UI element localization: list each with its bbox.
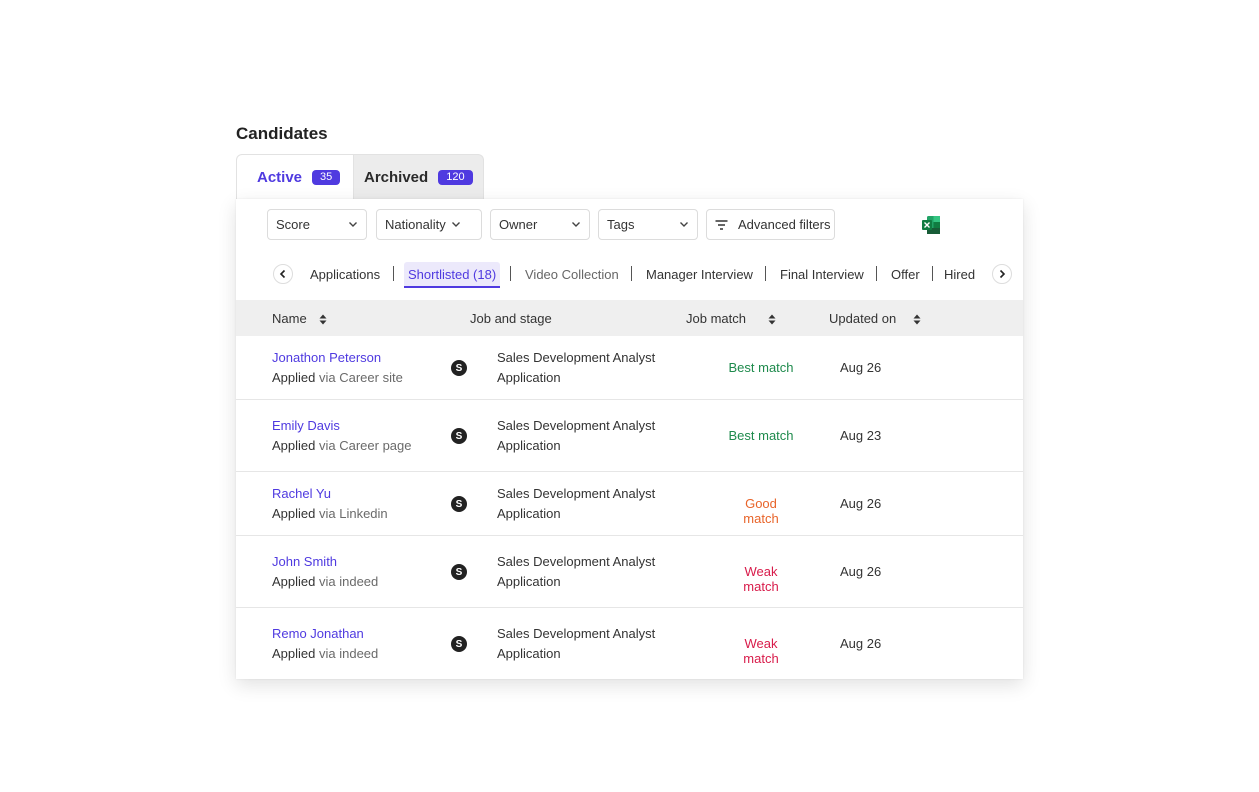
candidate-name[interactable]: John Smith [272,554,337,569]
stage-divider [765,266,766,281]
job-stage: Application [497,370,561,385]
stage-hired[interactable]: Hired [944,267,975,282]
updated-date: Aug 23 [840,428,882,443]
table-row[interactable]: John Smith Applied via indeed S Sales De… [236,536,1023,608]
advanced-filters-label: Advanced filters [738,217,831,232]
job-title: Sales Development Analyst [497,554,656,569]
stage-manager-interview[interactable]: Manager Interview [646,267,753,282]
match-label: Weak match [743,636,779,666]
stage-final-interview[interactable]: Final Interview [780,267,864,282]
updated-date: Aug 26 [840,636,882,651]
company-logo-icon: S [451,496,467,512]
updated-date: Aug 26 [840,496,882,511]
candidate-name[interactable]: Remo Jonathan [272,626,364,641]
stage-shortlisted[interactable]: Shortlisted (18) [404,262,501,288]
score-filter-label: Score [276,217,310,232]
tab-archived[interactable]: Archived 120 [354,154,484,200]
score-filter[interactable]: Score [267,209,367,240]
stage-divider [932,266,933,281]
table-row[interactable]: Emily Davis Applied via Career page S Sa… [236,400,1023,472]
company-logo-icon: S [451,360,467,376]
sort-icon[interactable] [768,314,776,325]
chevron-down-icon [572,222,580,227]
tab-archived-count: 120 [438,170,473,185]
job-title: Sales Development Analyst [497,486,656,501]
updated-date: Aug 26 [840,360,882,375]
job-title: Sales Development Analyst [497,418,656,433]
job-stage: Application [497,574,561,589]
job-stage: Application [497,438,561,453]
stage-divider [631,266,632,281]
job-stage: Application [497,646,561,661]
owner-filter-label: Owner [499,217,538,232]
applied-source: Applied via indeed [272,574,379,589]
stage-prev-button[interactable] [273,264,293,284]
match-label: Best match [728,360,794,375]
updated-date: Aug 26 [840,564,882,579]
filter-lines-icon [715,219,728,230]
stage-video-collection[interactable]: Video Collection [525,267,619,282]
company-logo-icon: S [451,564,467,580]
owner-filter[interactable]: Owner [490,209,590,240]
applied-source: Applied via Linkedin [272,506,388,521]
tab-active-label: Active [257,169,303,186]
chevron-down-icon [452,222,460,227]
column-updated-on[interactable]: Updated on [829,311,896,326]
stage-next-button[interactable] [992,264,1012,284]
chevron-down-icon [680,222,688,227]
tab-archived-label: Archived [364,169,429,186]
column-name[interactable]: Name [272,311,307,326]
tags-filter-label: Tags [607,217,635,232]
stage-divider [510,266,511,281]
table-header: Name Job and stage Job match Updated on [236,300,1023,336]
match-label: Weak match [743,564,779,594]
candidates-panel: Score Nationality Owner Tags Advanced fi… [236,199,1023,679]
tab-active[interactable]: Active 35 [236,154,354,200]
table-row[interactable]: Jonathon Peterson Applied via Career sit… [236,336,1023,400]
chevron-down-icon [349,222,357,227]
job-title: Sales Development Analyst [497,626,656,641]
candidate-name[interactable]: Jonathon Peterson [272,350,381,365]
chevron-right-icon [999,269,1006,279]
applied-source: Applied via indeed [272,646,379,661]
chevron-left-icon [279,269,286,279]
tab-active-count: 35 [312,170,341,185]
applied-source: Applied via Career site [272,370,403,385]
stage-divider [876,266,877,281]
column-job-match[interactable]: Job match [686,311,746,326]
job-title: Sales Development Analyst [497,350,656,365]
nationality-filter[interactable]: Nationality [376,209,482,240]
match-label: Good match [743,496,779,526]
company-logo-icon: S [451,428,467,444]
advanced-filters-button[interactable]: Advanced filters [706,209,835,240]
candidate-name[interactable]: Emily Davis [272,418,340,433]
candidate-tabs: Active 35 Archived 120 [236,154,484,200]
excel-icon[interactable] [921,215,941,235]
stage-divider [393,266,394,281]
candidate-name[interactable]: Rachel Yu [272,486,331,501]
nationality-filter-label: Nationality [385,217,446,232]
page-title: Candidates [236,124,328,143]
stage-nav: Applications Shortlisted (18) Video Coll… [236,259,1023,289]
job-stage: Application [497,506,561,521]
match-label: Best match [728,428,794,443]
sort-icon[interactable] [319,314,327,325]
stage-offer[interactable]: Offer [891,267,920,282]
table-row[interactable]: Remo Jonathan Applied via indeed S Sales… [236,608,1023,679]
table-row[interactable]: Rachel Yu Applied via Linkedin S Sales D… [236,472,1023,536]
applied-source: Applied via Career page [272,438,412,453]
company-logo-icon: S [451,636,467,652]
column-job-stage: Job and stage [470,311,552,326]
tags-filter[interactable]: Tags [598,209,698,240]
stage-applications[interactable]: Applications [310,267,380,282]
sort-icon[interactable] [913,314,921,325]
